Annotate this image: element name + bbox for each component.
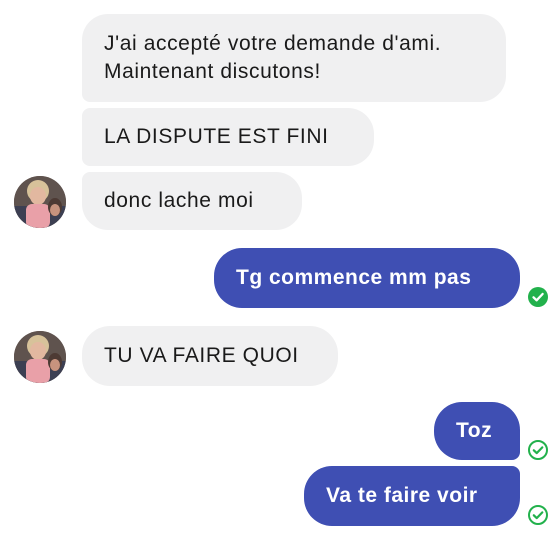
- outgoing-message: Toz: [434, 402, 520, 460]
- contact-avatar[interactable]: [14, 331, 66, 383]
- message-text: Va te faire voir: [326, 484, 478, 507]
- outgoing-message: Tg commence mm pas: [214, 248, 520, 308]
- delivered-check-icon: [528, 440, 548, 460]
- delivered-check-icon: [528, 287, 548, 307]
- incoming-message: donc lache moi: [82, 172, 302, 230]
- incoming-message: LA DISPUTE EST FINI: [82, 108, 374, 166]
- outgoing-message: Va te faire voir: [304, 466, 520, 526]
- avatar-image: [14, 176, 66, 228]
- message-text: TU VA FAIRE QUOI: [104, 344, 299, 367]
- incoming-message: J'ai accepté votre demande d'ami. Mainte…: [82, 14, 506, 102]
- message-text: donc lache moi: [104, 189, 254, 212]
- message-text: J'ai accepté votre demande d'ami. Mainte…: [104, 32, 442, 83]
- avatar-image: [14, 331, 66, 383]
- incoming-message: TU VA FAIRE QUOI: [82, 326, 338, 386]
- message-text: Toz: [456, 419, 493, 442]
- contact-avatar[interactable]: [14, 176, 66, 228]
- message-text: LA DISPUTE EST FINI: [104, 125, 329, 148]
- delivered-check-icon: [528, 505, 548, 525]
- message-text: Tg commence mm pas: [236, 266, 472, 289]
